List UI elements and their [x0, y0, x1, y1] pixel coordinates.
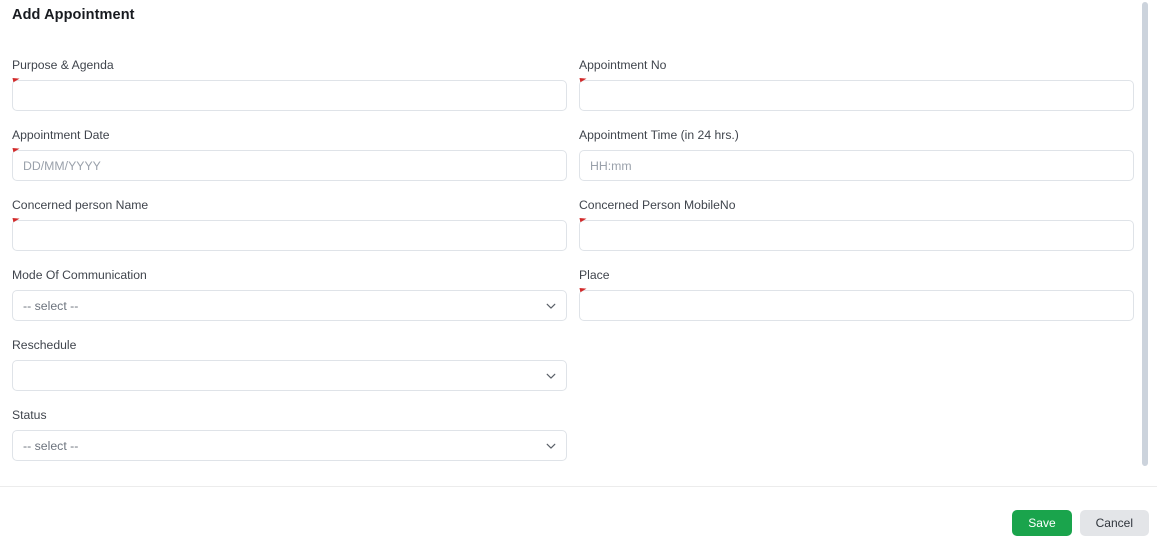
control-wrapper [12, 78, 567, 111]
form-row: Concerned person Name Concerned Person M… [0, 198, 1135, 251]
form-row: Status -- select -- [0, 408, 1135, 461]
status-select[interactable]: -- select -- [12, 430, 567, 461]
save-button[interactable]: Save [1012, 510, 1072, 536]
form-scrollbar-thumb[interactable] [1142, 2, 1148, 466]
reschedule-select[interactable] [12, 360, 567, 391]
control-wrapper: -- select -- [12, 430, 567, 461]
form-scrollbar[interactable] [1140, 0, 1149, 486]
field-label: Purpose & Agenda [12, 58, 114, 72]
control-wrapper [579, 218, 1134, 251]
field-place: Place [579, 268, 1134, 321]
form-row: Appointment Date Appointment Time (in 24… [0, 128, 1135, 181]
field-appointment-date: Appointment Date [12, 128, 567, 181]
control-wrapper: -- select -- [12, 290, 567, 321]
field-label: Concerned person Name [12, 198, 149, 212]
appointment-form: Purpose & Agenda Appointment No Appointm… [0, 58, 1135, 478]
form-row: Reschedule [0, 338, 1135, 391]
control-wrapper [579, 150, 1134, 181]
field-label: Mode Of Communication [12, 268, 147, 282]
add-appointment-card: Add Appointment Purpose & Agenda Appoint… [0, 0, 1153, 486]
field-appointment-time: Appointment Time (in 24 hrs.) [579, 128, 1134, 181]
field-label: Place [579, 268, 610, 282]
control-wrapper [12, 218, 567, 251]
field-label: Appointment Time (in 24 hrs.) [579, 128, 739, 142]
control-wrapper [12, 148, 567, 181]
form-footer: Save Cancel [0, 487, 1157, 545]
field-label: Concerned Person MobileNo [579, 198, 736, 212]
footer-actions: Save Cancel [1012, 510, 1149, 536]
concerned-person-mobileno-input[interactable] [579, 220, 1134, 251]
place-input[interactable] [579, 290, 1134, 321]
form-row: Purpose & Agenda Appointment No [0, 58, 1135, 111]
field-label: Appointment Date [12, 128, 110, 142]
form-row: Mode Of Communication -- select -- Place [0, 268, 1135, 321]
field-label: Appointment No [579, 58, 667, 72]
field-mode-of-communication: Mode Of Communication -- select -- [12, 268, 567, 321]
field-label: Status [12, 408, 47, 422]
field-empty-spacer [579, 408, 1134, 461]
appointment-date-input[interactable] [12, 150, 567, 181]
control-wrapper [579, 288, 1134, 321]
control-wrapper [579, 78, 1134, 111]
field-empty-spacer [579, 338, 1134, 391]
concerned-person-name-input[interactable] [12, 220, 567, 251]
field-status: Status -- select -- [12, 408, 567, 461]
field-appointment-no: Appointment No [579, 58, 1134, 111]
field-label: Reschedule [12, 338, 77, 352]
field-reschedule: Reschedule [12, 338, 567, 391]
mode-of-communication-select[interactable]: -- select -- [12, 290, 567, 321]
field-concerned-person-name: Concerned person Name [12, 198, 567, 251]
purpose-agenda-input[interactable] [12, 80, 567, 111]
cancel-button[interactable]: Cancel [1079, 510, 1149, 536]
appointment-time-input[interactable] [579, 150, 1134, 181]
page-title: Add Appointment [12, 7, 135, 23]
field-concerned-person-mobileno: Concerned Person MobileNo [579, 198, 1134, 251]
control-wrapper [12, 360, 567, 391]
field-purpose-agenda: Purpose & Agenda [12, 58, 567, 111]
appointment-no-input[interactable] [579, 80, 1134, 111]
